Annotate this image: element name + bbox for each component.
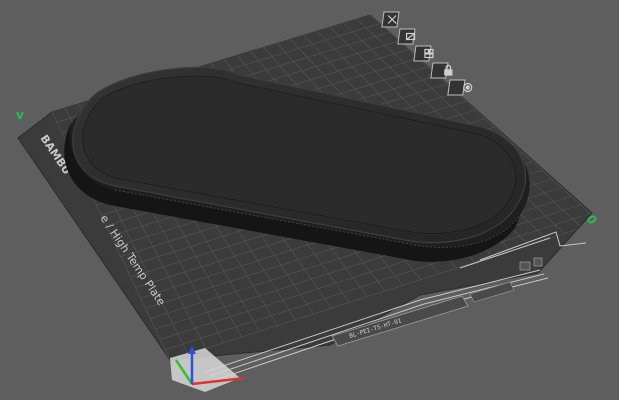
arrange-button[interactable] (413, 45, 434, 62)
lock-button[interactable] (430, 62, 453, 79)
auto-orient-button[interactable] (397, 28, 416, 45)
plate-small-sticker-2 (533, 257, 543, 267)
settings-button[interactable] (447, 79, 473, 96)
lock-icon (444, 64, 453, 76)
printer-bed-sticker (469, 281, 515, 303)
tool-frame (381, 11, 400, 28)
close-button[interactable] (381, 11, 400, 28)
3d-viewport[interactable]: BAMBU e / High Temp Plate v 0 BL-PEI-TS-… (0, 0, 619, 400)
origin-marker: v (16, 108, 24, 122)
plate-small-sticker (519, 261, 531, 271)
tool-frame (447, 79, 466, 96)
gear-icon (463, 82, 473, 93)
